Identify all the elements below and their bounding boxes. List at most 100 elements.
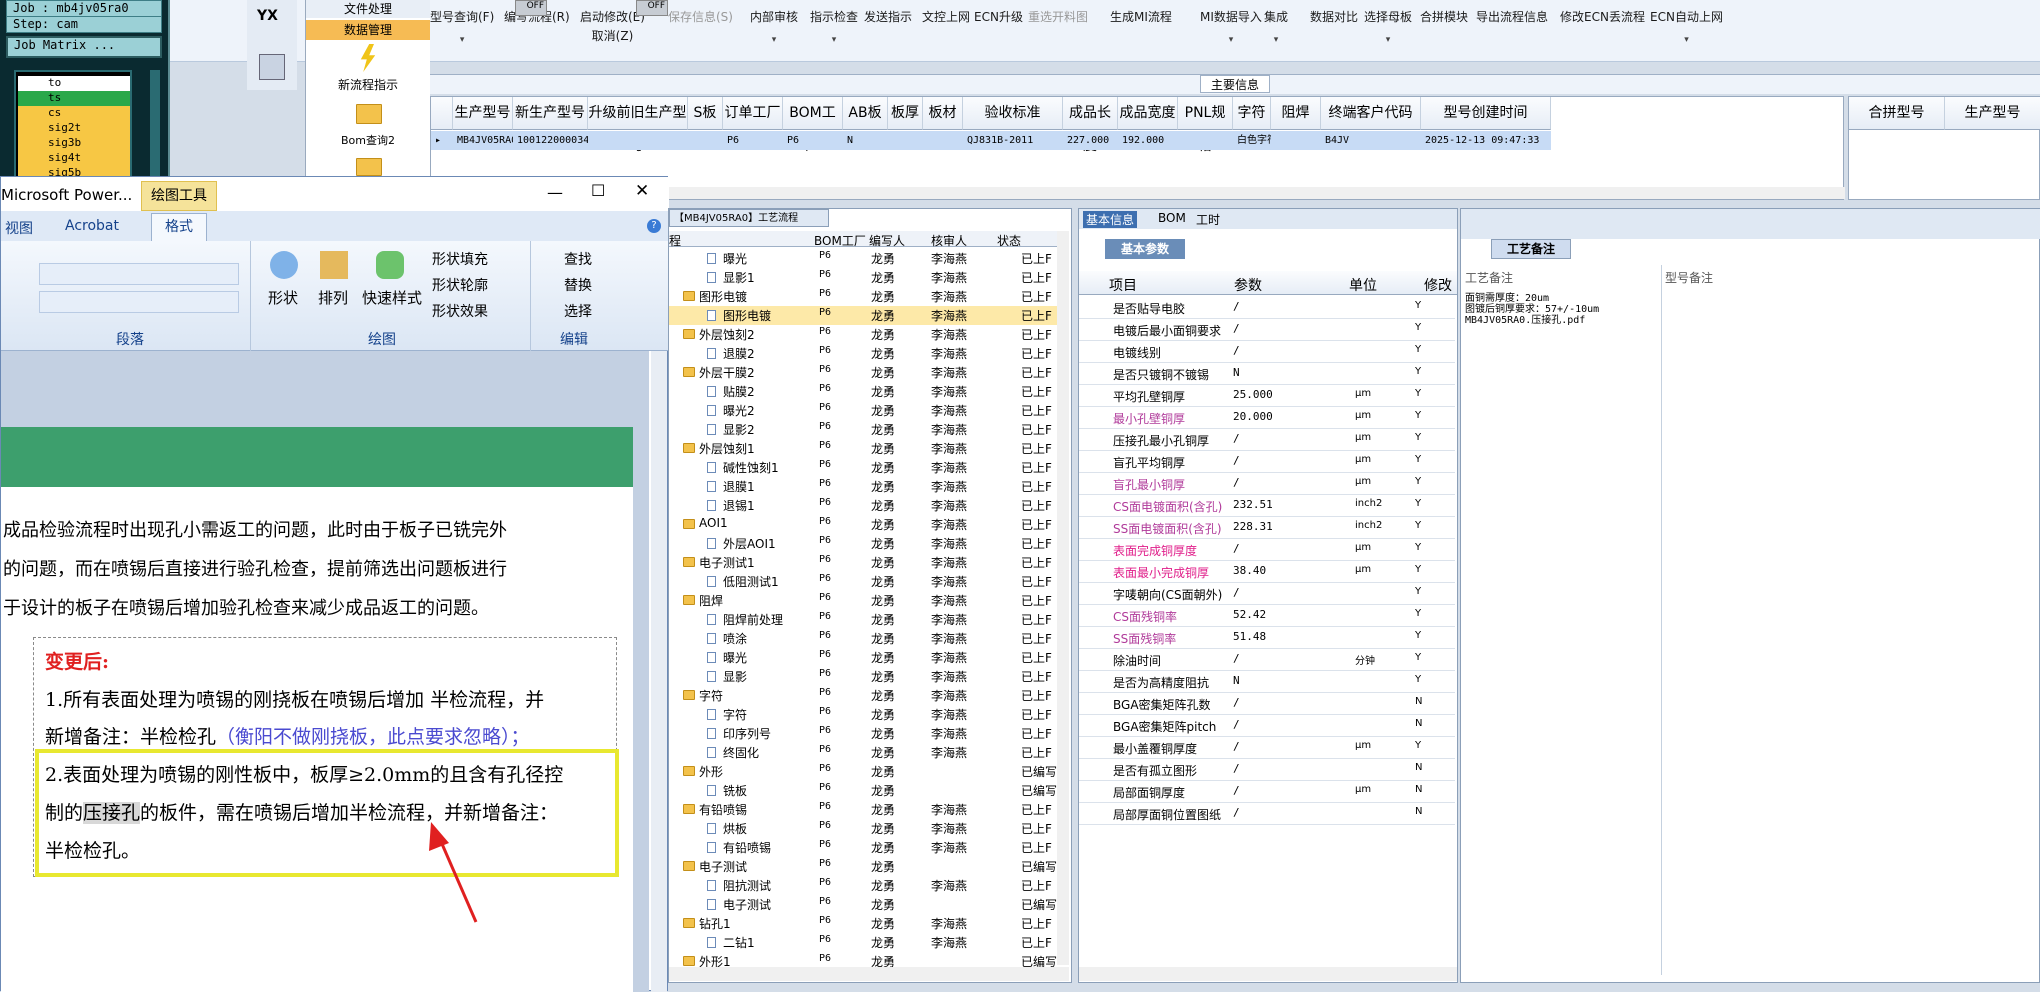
toggle-2[interactable]: OFF <box>636 0 668 16</box>
flow-row[interactable]: 曝光2 P6 龙勇 李海燕 已上F <box>669 401 1065 420</box>
layer-row[interactable]: sig2t <box>18 121 130 136</box>
basic-row[interactable]: 表面最小完成铜厚 38.40 μm Y <box>1079 561 1455 583</box>
arrange-icon[interactable] <box>320 251 348 279</box>
basic-row[interactable]: 字唛朝向(CS面朝外) / Y <box>1079 583 1455 605</box>
toolbar-item-12[interactable]: 集成 ▾ <box>1264 8 1288 45</box>
flow-row[interactable]: 显影1 P6 龙勇 李海燕 已上F <box>669 268 1065 287</box>
shape-outline-button[interactable]: 形状轮廓 <box>432 275 488 295</box>
grid-header-16[interactable]: 终端客户代码 <box>1321 97 1421 130</box>
basic-row[interactable]: 是否有孤立图形 / N <box>1079 759 1455 781</box>
nav-file[interactable]: 文件处理 <box>306 0 430 18</box>
flow-row[interactable]: 二钻1 P6 龙勇 李海燕 已上F <box>669 933 1065 952</box>
layer-scrollbar[interactable] <box>150 70 160 185</box>
flow-row[interactable]: 电子测试 P6 龙勇 已编写 <box>669 857 1065 876</box>
flow-row[interactable]: 外层蚀刻1 P6 龙勇 李海燕 已上F <box>669 439 1065 458</box>
grid-header-3[interactable]: 升级前旧生产型号 <box>588 97 688 154</box>
quick-style-button[interactable]: 快速样式 <box>362 287 422 308</box>
flow-row[interactable]: 终固化 P6 龙勇 李海燕 已上F <box>669 743 1065 762</box>
quick-style-icon[interactable] <box>376 251 404 279</box>
basic-row[interactable]: 电镀后最小面铜要求 / Y <box>1079 319 1455 341</box>
grid-cell-1[interactable]: MB4JV05RA0 <box>453 131 513 150</box>
tab-format[interactable]: 格式 <box>151 213 207 241</box>
flow-row[interactable]: 电子测试1 P6 龙勇 李海燕 已上F <box>669 553 1065 572</box>
flow-row[interactable]: 铣板 P6 龙勇 已编写 <box>669 781 1065 800</box>
basic-tab-2[interactable]: 工时 <box>1193 211 1223 228</box>
basic-hscroll[interactable] <box>1079 967 1457 981</box>
flow-header-1[interactable]: BOM工厂 <box>814 232 866 249</box>
layer-row[interactable]: ts <box>18 91 130 106</box>
basic-row[interactable]: 局部面铜厚度 / μm N <box>1079 781 1455 803</box>
flow-row[interactable]: 退膜2 P6 龙勇 李海燕 已上F <box>669 344 1065 363</box>
folder-icon[interactable] <box>356 104 382 124</box>
layer-row[interactable]: sig4t <box>18 151 130 166</box>
chevron-down-icon[interactable]: ▾ <box>1264 35 1288 45</box>
flow-row[interactable]: 钻孔1 P6 龙勇 李海燕 已上F <box>669 914 1065 933</box>
grid-header-8[interactable]: 板厚 <box>888 97 923 130</box>
list-buttons[interactable] <box>39 263 239 285</box>
grid-cell-14[interactable]: 白色字符 <box>1233 131 1271 150</box>
toggle-1[interactable]: OFF <box>515 0 547 16</box>
toolbar-item-6[interactable]: 发送指示 <box>864 8 912 25</box>
grid-header-4[interactable]: S板 <box>688 97 723 130</box>
flow-row[interactable]: 烘板 P6 龙勇 李海燕 已上F <box>669 819 1065 838</box>
flow-row[interactable]: 低阻测试1 P6 龙勇 李海燕 已上F <box>669 572 1065 591</box>
nav-bom-query[interactable]: Bom查询2 <box>306 132 430 148</box>
basic-header-2[interactable]: 单位 <box>1349 275 1377 295</box>
toolbar-item-18[interactable]: ECN自动上网 ▾ <box>1650 8 1723 45</box>
flow-row[interactable]: 曝光 P6 龙勇 李海燕 已上F <box>669 249 1065 268</box>
grid-cell-8[interactable] <box>888 131 923 150</box>
chevron-down-icon[interactable]: ▾ <box>1200 35 1262 45</box>
flow-tab[interactable]: 【MB4JV05RA0】工艺流程 <box>669 209 829 227</box>
grid-cell-9[interactable] <box>923 131 963 150</box>
basic-tab-0[interactable]: 基本信息 <box>1083 211 1138 228</box>
grid-cell-16[interactable]: B4JV <box>1321 131 1421 150</box>
chevron-down-icon[interactable]: ▾ <box>750 35 798 45</box>
layer-row[interactable]: sig3b <box>18 136 130 151</box>
flow-row[interactable]: 显影2 P6 龙勇 李海燕 已上F <box>669 420 1065 439</box>
basic-row[interactable]: BGA密集矩阵孔数 / N <box>1079 693 1455 715</box>
select-button[interactable]: 选择 <box>564 301 592 321</box>
grid-cell-5[interactable]: P6 <box>723 131 783 150</box>
flow-row[interactable]: 印序列号 P6 龙勇 李海燕 已上F <box>669 724 1065 743</box>
chevron-down-icon[interactable]: ▾ <box>430 35 494 45</box>
basic-row[interactable]: 表面完成铜厚度 / μm Y <box>1079 539 1455 561</box>
toolbar-item-17[interactable]: 修改ECN丢流程 <box>1560 8 1645 25</box>
basic-row[interactable]: CS面残铜率 52.42 Y <box>1079 605 1455 627</box>
basic-row[interactable]: 最小孔壁铜厚 20.000 μm Y <box>1079 407 1455 429</box>
close-icon[interactable]: ✕ <box>635 181 649 201</box>
grid-cell-13[interactable] <box>1178 131 1233 150</box>
flow-row[interactable]: 阻焊前处理 P6 龙勇 李海燕 已上F <box>669 610 1065 629</box>
shape-button[interactable]: 形状 <box>268 287 298 308</box>
basic-row[interactable]: 除油时间 / 分钟 Y <box>1079 649 1455 671</box>
grid-header-10[interactable]: 验收标准 <box>963 97 1063 130</box>
find-button[interactable]: 查找 <box>564 249 592 269</box>
toolbar-item-14[interactable]: 选择母板 ▾ <box>1364 8 1412 45</box>
basic-row[interactable]: 盲孔最小铜厚 / μm Y <box>1079 473 1455 495</box>
grid-header-2[interactable]: 新生产型号 <box>513 97 588 130</box>
grid-header-7[interactable]: AB板 <box>843 97 888 130</box>
basic-row[interactable]: 是否为高精度阻抗 N Y <box>1079 671 1455 693</box>
flow-row[interactable]: 贴膜2 P6 龙勇 李海燕 已上F <box>669 382 1065 401</box>
basic-header-3[interactable]: 修改 <box>1424 275 1452 295</box>
basic-row[interactable]: 压接孔最小孔铜厚 / μm Y <box>1079 429 1455 451</box>
chevron-down-icon[interactable]: ▾ <box>810 35 858 45</box>
basic-header-0[interactable]: 项目 <box>1109 275 1137 295</box>
toolbar-item-15[interactable]: 合拼模块 <box>1420 8 1468 25</box>
doc-scrollbar[interactable] <box>651 351 667 992</box>
flow-row[interactable]: 阻焊 P6 龙勇 李海燕 已上F <box>669 591 1065 610</box>
grid-header-0[interactable] <box>431 97 453 130</box>
basic-row[interactable]: 是否只镀铜不镀锡 N Y <box>1079 363 1455 385</box>
toolbar-item-0[interactable]: 型号查询(F) ▾ <box>430 8 494 45</box>
grid-cell-12[interactable]: 192.000 <box>1118 131 1178 150</box>
side-header-1[interactable]: 生产型号 <box>1945 97 2040 130</box>
flow-header-2[interactable]: 编写人 <box>869 232 905 249</box>
replace-button[interactable]: 替换 <box>564 275 592 295</box>
grid-cell-0[interactable]: ▸ <box>431 131 453 150</box>
flow-row[interactable]: AOI1 P6 龙勇 李海燕 已上F <box>669 515 1065 534</box>
job-matrix-button[interactable]: Job Matrix ... <box>6 36 162 58</box>
basic-tab-1[interactable]: BOM <box>1155 211 1189 225</box>
grid-cell-17[interactable]: 2025-12-13 09:47:33 <box>1421 131 1551 150</box>
arrange-button[interactable]: 排列 <box>318 287 348 308</box>
grid-cell-10[interactable]: QJ831B-2011 <box>963 131 1063 150</box>
chevron-down-icon[interactable]: ▾ <box>1650 35 1723 45</box>
